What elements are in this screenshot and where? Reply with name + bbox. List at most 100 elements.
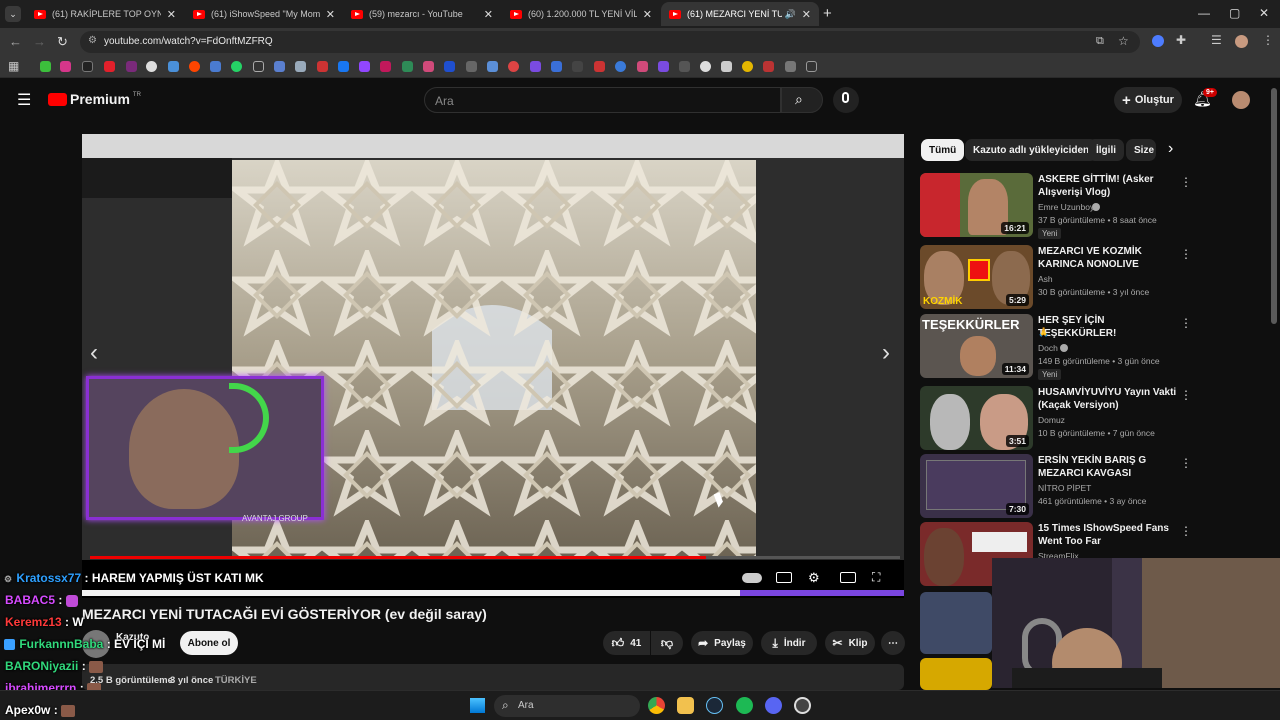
bookmark-icon[interactable] [700,61,711,72]
bookmark-icon[interactable] [126,61,137,72]
bookmark-icon[interactable] [82,61,93,72]
taskbar-search[interactable]: ⌕ Ara [494,695,640,717]
bookmark-star-icon[interactable]: ☆ [1118,34,1129,48]
recommended-video[interactable]: 3:51 HUSAMVİYUVİYU Yayın Vakti (Kaçak Ve… [920,386,1270,450]
video-thumbnail[interactable]: 3:51 [920,386,1033,450]
recommended-video[interactable]: KOZMİK 5:29 MEZARCI VE KOZMİK KARINCA NO… [920,245,1270,309]
inner-progress-bar[interactable] [90,556,900,559]
video-player[interactable]: AVANTAJ GROUP ‹ › ⚙ ⛶ [82,134,904,598]
more-actions-button[interactable]: ⋯ [881,631,905,655]
bookmark-icon[interactable] [60,61,71,72]
bookmark-icon[interactable] [231,61,242,72]
close-tab-icon[interactable]: ✕ [802,8,811,21]
close-tab-icon[interactable]: ✕ [167,8,176,21]
bookmark-icon[interactable] [338,61,349,72]
browser-tab[interactable]: (61) iShowSpeed "My Mom Is K ✕ [185,2,343,26]
bookmark-icon[interactable] [146,61,157,72]
fullscreen-icon[interactable]: ⛶ [872,570,888,584]
create-button[interactable]: + Oluştur [1114,87,1182,113]
subtitles-icon[interactable] [776,572,792,583]
more-vertical-icon[interactable]: ⋮ [1180,175,1192,189]
video-thumbnail[interactable] [920,592,992,654]
bookmark-icon[interactable] [466,61,477,72]
discord-icon[interactable] [765,697,782,714]
bookmark-icon[interactable] [594,61,605,72]
new-tab-button[interactable]: + [823,5,832,22]
profile-avatar[interactable] [1235,35,1248,48]
recommended-video[interactable]: 16:21 ASKERE GİTTİM! (Asker Alışverişi V… [920,173,1270,239]
bookmark-icon[interactable] [40,61,51,72]
windows-start-icon[interactable] [470,698,485,713]
download-button[interactable]: ⤓ İndir [761,631,817,655]
forward-icon[interactable]: → [33,34,46,49]
bookmark-icon[interactable] [763,61,774,72]
bookmark-icon[interactable] [104,61,115,72]
share-button[interactable]: ➦ Paylaş [691,631,753,655]
subscribe-button[interactable]: Abone ol [180,631,238,655]
recommended-video[interactable]: 7:30 ERSİN YEKİN BARIŞ G MEZARCI KAVGASI… [920,454,1270,518]
bookmark-icon[interactable] [295,61,306,72]
browser-tab[interactable]: (60) 1.200.000 TL YENİ VİLLAM ✕ [502,2,660,26]
chevron-right-icon[interactable]: › [1168,140,1173,158]
site-info-icon[interactable]: ⚙ [88,35,97,46]
bookmark-icon[interactable] [317,61,328,72]
browser-tab[interactable]: (61) RAKİPLERE TOP OYNATMA ✕ [26,2,184,26]
maximize-icon[interactable]: ▢ [1229,6,1240,20]
bookmark-icon[interactable] [168,61,179,72]
video-thumbnail[interactable]: TEŞEKKÜRLER 11:34 [920,314,1033,378]
hamburger-menu-icon[interactable]: ☰ [17,90,31,110]
close-tab-icon[interactable]: ✕ [326,8,335,21]
description-box[interactable]: 2,5 B görüntüleme 3 yıl önce TÜRKİYE [82,664,904,690]
bookmark-icon[interactable] [444,61,455,72]
settings-gear-icon[interactable]: ⚙ [808,570,824,585]
youtube-premium-logo[interactable]: Premium TR [48,91,141,107]
video-thumbnail[interactable]: 16:21 [920,173,1033,237]
page-scrollbar[interactable] [1271,88,1277,324]
previous-slide-icon[interactable]: ‹ [90,339,98,367]
video-thumbnail[interactable]: 7:30 [920,454,1033,518]
chrome-icon[interactable] [648,697,665,714]
bookmark-icon[interactable] [423,61,434,72]
video-thumbnail[interactable] [920,658,992,690]
dislike-button[interactable]: 👎︎ [651,631,683,655]
clip-button[interactable]: ✂ Klip [825,631,875,655]
bookmark-icon[interactable] [253,61,264,72]
account-avatar[interactable] [1232,91,1250,109]
next-slide-icon[interactable]: › [882,339,890,367]
minimize-icon[interactable]: — [1198,6,1210,20]
chip-related[interactable]: İlgili [1088,139,1124,161]
bookmark-icon[interactable] [530,61,541,72]
close-tab-icon[interactable]: ✕ [643,8,652,21]
bookmark-icon[interactable] [572,61,583,72]
back-icon[interactable]: ← [9,34,22,49]
bookmark-icon[interactable] [806,61,817,72]
bookmark-icon[interactable] [785,61,796,72]
bookmark-icon[interactable] [274,61,285,72]
more-vertical-icon[interactable]: ⋮ [1180,247,1192,261]
bookmark-icon[interactable] [402,61,413,72]
more-vertical-icon[interactable]: ⋮ [1180,456,1192,470]
more-vertical-icon[interactable]: ⋮ [1180,388,1192,402]
reload-icon[interactable]: ↻ [57,34,68,50]
bookmark-icon[interactable] [508,61,519,72]
spotify-icon[interactable] [736,697,753,714]
apps-grid-icon[interactable]: ▦ [8,59,19,73]
address-bar[interactable]: ⚙ youtube.com/watch?v=FdOnftMZFRQ ⧉ ☆ [80,31,1140,53]
bookmark-icon[interactable] [551,61,562,72]
miniplayer-icon[interactable] [840,572,856,583]
browser-tab[interactable]: (59) mezarcı - YouTube ✕ [343,2,501,26]
browser-menu-icon[interactable]: ⋮ [1262,33,1274,47]
bookmark-icon[interactable] [359,61,370,72]
recommended-video[interactable]: TEŞEKKÜRLER 11:34 HER ŞEY İÇİN TEŞEKKÜRL… [920,314,1270,380]
steam-icon[interactable] [706,697,723,714]
search-button[interactable]: ⌕ [781,87,823,113]
bookmark-icon[interactable] [721,61,732,72]
bookmark-icon[interactable] [742,61,753,72]
chip-for-you[interactable]: Size [1126,139,1156,161]
bookmark-icon[interactable] [380,61,391,72]
search-input[interactable]: Ara [424,87,781,113]
reading-list-icon[interactable]: ☰ [1211,33,1222,47]
more-vertical-icon[interactable]: ⋮ [1180,524,1192,538]
video-thumbnail[interactable]: KOZMİK 5:29 [920,245,1033,309]
window-close-icon[interactable]: ✕ [1259,6,1269,20]
